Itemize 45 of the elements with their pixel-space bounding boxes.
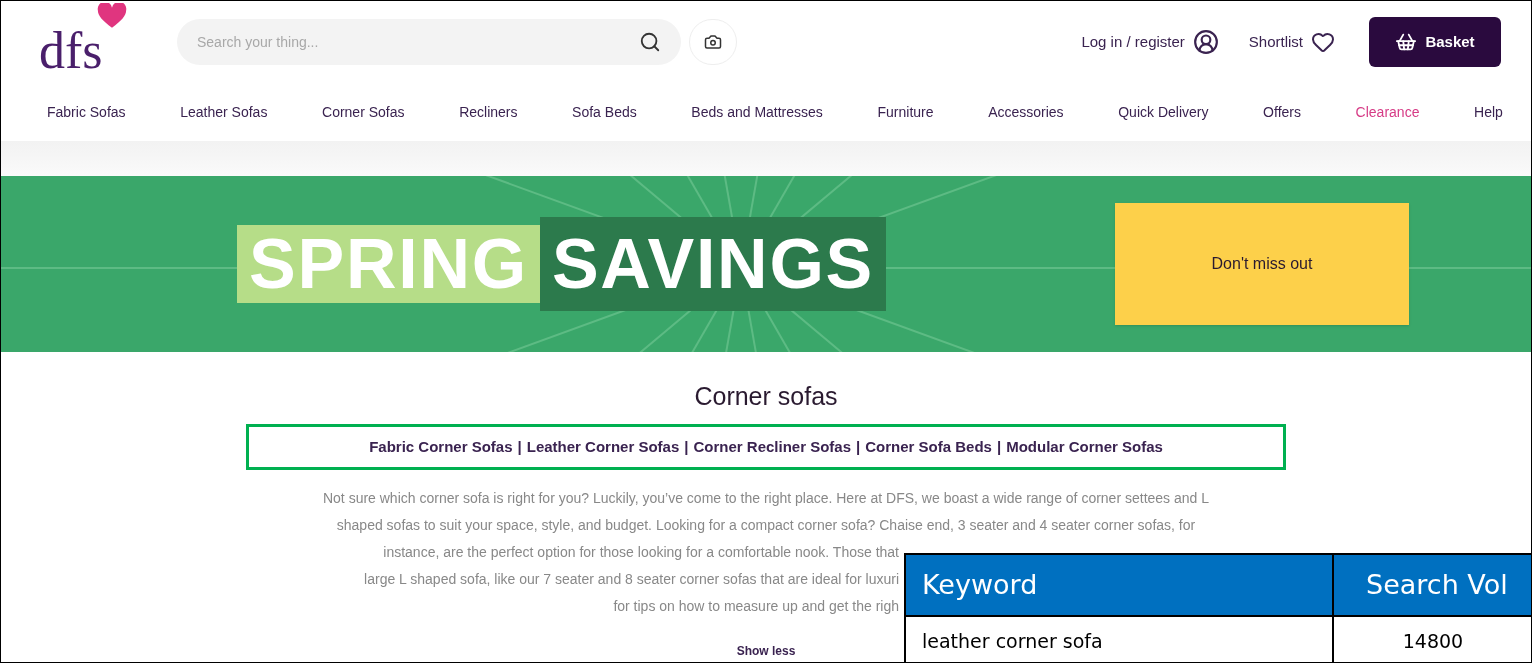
banner-word: SPRING bbox=[237, 224, 540, 303]
nav-link[interactable]: Help bbox=[1474, 101, 1503, 123]
nav-link[interactable]: Corner Sofas bbox=[322, 101, 405, 123]
nav-link[interactable]: Furniture bbox=[877, 101, 934, 123]
banner-word: SAVINGS bbox=[539, 216, 886, 311]
user-icon bbox=[1192, 29, 1219, 56]
nav-link[interactable]: Fabric Sofas bbox=[47, 101, 126, 123]
search-icon[interactable] bbox=[639, 31, 661, 54]
login-link[interactable]: Log in / register bbox=[1081, 29, 1219, 56]
page-title: Corner sofas bbox=[693, 381, 839, 413]
heart-icon bbox=[1311, 30, 1335, 55]
nav-link[interactable]: Leather Sofas bbox=[180, 101, 268, 123]
nav-link[interactable]: Accessories bbox=[988, 101, 1064, 123]
search-field[interactable]: Search your thing... bbox=[177, 19, 681, 66]
category-link[interactable]: Fabric Corner Sofas bbox=[369, 435, 513, 459]
link-separator: | bbox=[517, 436, 522, 457]
description-text: Not sure which corner sofa is right for you? Luckily, you’ve come to the right place. Here at DFS, we boast a wide range of corner settees and L bbox=[322, 490, 1210, 506]
description-text: shaped sofas to suit your space, style, and budget. Looking for a compact corner sofa? Chaise end, 3 seater and 4 seater corner sofas, for bbox=[336, 517, 1196, 533]
nav-link[interactable]: Quick Delivery bbox=[1118, 101, 1209, 123]
table-cell: leather corner sofa bbox=[906, 617, 1334, 662]
logo[interactable]: dfs bbox=[39, 7, 129, 78]
column-header: Keyword bbox=[906, 555, 1334, 615]
link-separator: | bbox=[996, 436, 1002, 457]
nav-link[interactable]: Beds and Mattresses bbox=[691, 101, 823, 123]
basket-button[interactable]: Basket bbox=[1369, 17, 1501, 68]
table-cell-text: 14800 bbox=[1401, 628, 1465, 654]
nav-link[interactable]: Sofa Beds bbox=[572, 101, 637, 123]
description-text: instance, are the perfect option for those looking for a comfortable nook. Those that bbox=[383, 544, 899, 560]
show-less-link[interactable]: Show less bbox=[736, 642, 796, 660]
nav-link[interactable]: Recliners bbox=[459, 101, 518, 123]
link-separator: | bbox=[856, 436, 861, 457]
description-text: for tips on how to measure up and get the righ bbox=[613, 598, 899, 614]
category-link[interactable]: Corner Sofa Beds bbox=[865, 435, 992, 459]
column-header: Search Vol bbox=[1365, 567, 1509, 602]
heart-icon bbox=[97, 3, 127, 30]
category-link[interactable]: Corner Recliner Sofas bbox=[693, 435, 852, 459]
camera-icon bbox=[704, 33, 722, 52]
nav-link[interactable]: Clearance bbox=[1355, 101, 1420, 123]
description-text: large L shaped sofa, like our 7 seater and 8 seater corner sofas that are ideal for luxuri bbox=[364, 571, 899, 587]
category-link[interactable]: Modular Corner Sofas bbox=[1006, 435, 1163, 459]
link-separator: | bbox=[684, 436, 689, 457]
nav-link[interactable]: Offers bbox=[1263, 101, 1301, 123]
cta-button[interactable]: Don't miss out bbox=[1115, 202, 1409, 325]
category-link[interactable]: Leather Corner Sofas bbox=[526, 435, 680, 459]
shortlist-link[interactable]: Shortlist bbox=[1248, 30, 1335, 55]
